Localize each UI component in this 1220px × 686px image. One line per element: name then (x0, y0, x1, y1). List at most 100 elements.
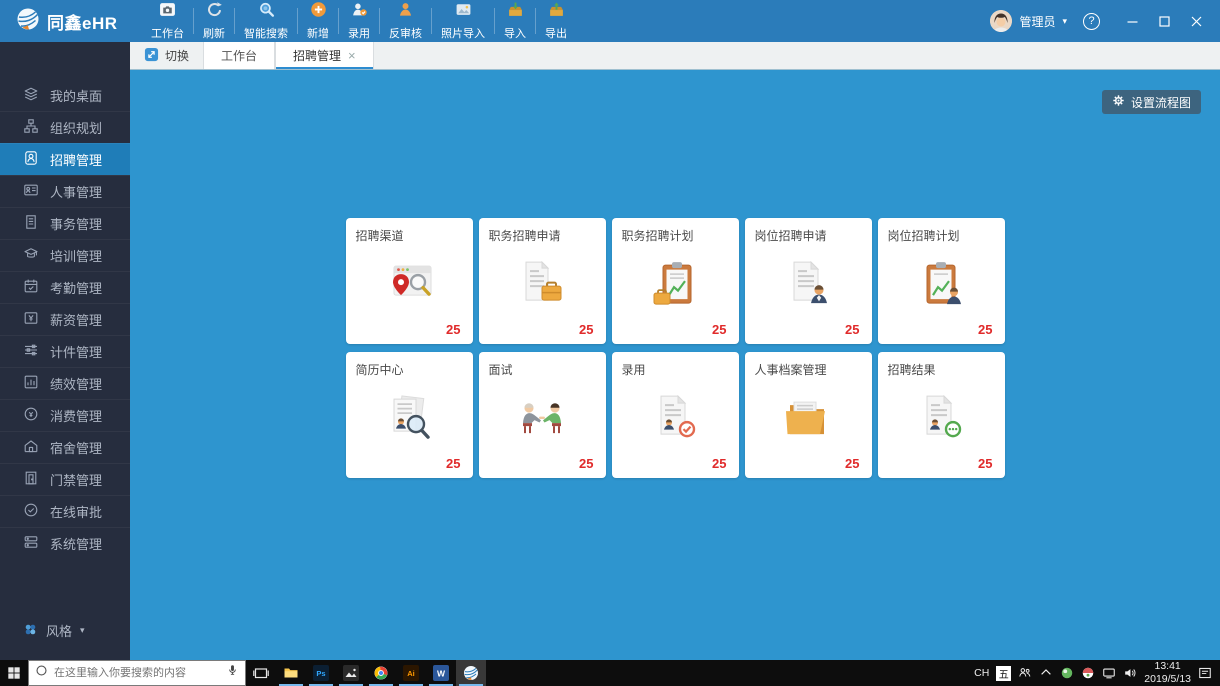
switch-icon (144, 47, 159, 65)
task-view-icon (253, 665, 269, 681)
tray-app-colored-icon[interactable] (1081, 666, 1095, 680)
toolbar-button-photo-import[interactable]: 照片导入 (432, 0, 494, 42)
start-button[interactable] (0, 660, 28, 686)
recruit-person-icon (23, 150, 39, 169)
card-post-recruit-request[interactable]: 岗位招聘申请 25 (745, 218, 872, 344)
app-header: 同鑫eHR 工作台 刷新 (0, 0, 1220, 42)
tray-app-green-icon[interactable] (1060, 666, 1074, 680)
sidebar-item-piecework[interactable]: 计件管理 (0, 335, 130, 367)
user-menu[interactable]: 管理员 ▾ (990, 10, 1067, 32)
record-count: 25 (845, 456, 859, 471)
sidebar-item-salary[interactable]: 薪资管理 (0, 303, 130, 335)
tab-recruitment[interactable]: 招聘管理 × (275, 42, 374, 69)
sidebar-item-dormitory[interactable]: 宿舍管理 (0, 431, 130, 463)
tray-date: 2019/5/13 (1144, 673, 1191, 685)
user-name: 管理员 (1019, 13, 1055, 30)
chevron-up-icon[interactable] (1039, 666, 1053, 680)
photos-icon (343, 665, 359, 681)
card-recruitment-channel[interactable]: 招聘渠道 25 (346, 218, 473, 344)
taskbar-app-ehr[interactable] (456, 660, 486, 686)
card-interview[interactable]: 面试 (479, 352, 606, 478)
action-center-icon[interactable] (1198, 666, 1212, 680)
windows-logo-icon (7, 666, 21, 680)
tray-time: 13:41 (1155, 660, 1181, 672)
training-cap-icon (23, 246, 39, 265)
card-resume-center[interactable]: 简历中心 25 (346, 352, 473, 478)
maximize-button[interactable] (1148, 0, 1180, 42)
sidebar-item-affairs[interactable]: 事务管理 (0, 207, 130, 239)
document-check-icon (645, 392, 705, 444)
record-count: 25 (579, 456, 593, 471)
document-icon (23, 214, 39, 233)
microphone-icon[interactable] (226, 664, 239, 682)
screen: 同鑫eHR 工作台 刷新 (0, 0, 1220, 686)
windows-taskbar: Ps Ai W (0, 660, 1220, 686)
bar-chart-icon (23, 374, 39, 393)
language-indicator[interactable]: CH (974, 667, 989, 679)
sidebar-item-training[interactable]: 培训管理 (0, 239, 130, 271)
header-right: 管理员 ▾ ? (990, 0, 1220, 42)
avatar (990, 10, 1012, 32)
taskbar-app-illustrator[interactable]: Ai (396, 660, 426, 686)
sidebar-item-recruitment[interactable]: 招聘管理 (0, 143, 130, 175)
taskbar-app-word[interactable]: W (426, 660, 456, 686)
card-personnel-archive[interactable]: 人事档案管理 25 (745, 352, 872, 478)
sidebar-item-performance[interactable]: 绩效管理 (0, 367, 130, 399)
toolbar-button-hire[interactable]: 录用 (339, 0, 379, 42)
help-button[interactable]: ? (1083, 13, 1100, 30)
tab-workbench[interactable]: 工作台 (203, 42, 275, 69)
card-recruitment-result[interactable]: 招聘结果 25 (878, 352, 1005, 478)
people-icon[interactable] (1018, 666, 1032, 680)
toolbar-button-add[interactable]: 新增 (298, 0, 338, 42)
taskbar-app-photoshop[interactable]: Ps (306, 660, 336, 686)
sidebar-item-access-control[interactable]: 门禁管理 (0, 463, 130, 495)
id-card-icon (23, 182, 39, 201)
smart-search-icon (258, 1, 275, 23)
svg-text:W: W (437, 669, 446, 679)
task-view-button[interactable] (246, 660, 276, 686)
taskbar-app-chrome[interactable] (366, 660, 396, 686)
switch-button[interactable]: 切换 (130, 42, 203, 69)
sidebar-item-attendance[interactable]: 考勤管理 (0, 271, 130, 303)
document-dots-icon (911, 392, 971, 444)
dormitory-icon (23, 438, 39, 457)
taskbar-app-photos[interactable] (336, 660, 366, 686)
sidebar-item-org-planning[interactable]: 组织规划 (0, 111, 130, 143)
sidebar-item-online-approval[interactable]: 在线审批 (0, 495, 130, 527)
clock[interactable]: 13:41 2019/5/13 (1144, 660, 1191, 686)
toolbar-button-smart-search[interactable]: 智能搜索 (235, 0, 297, 42)
ime-indicator[interactable]: 五 (996, 666, 1011, 681)
close-tab-icon[interactable]: × (348, 49, 356, 62)
taskbar-app-file-explorer[interactable] (276, 660, 306, 686)
style-picker[interactable]: 风格 ▾ (23, 621, 85, 640)
record-count: 25 (712, 322, 726, 337)
record-count: 25 (978, 322, 992, 337)
cortana-icon (35, 664, 48, 682)
search-input[interactable] (54, 667, 220, 679)
toolbar-button-workbench[interactable]: 工作台 (142, 0, 193, 42)
export-box-icon (548, 1, 565, 23)
taskbar-search[interactable] (28, 660, 246, 686)
map-search-icon (379, 258, 439, 310)
layers-icon (23, 86, 39, 105)
tab-bar: 切换 工作台 招聘管理 × (130, 42, 1220, 70)
set-flowchart-button[interactable]: 设置流程图 (1102, 90, 1201, 114)
network-icon[interactable] (1102, 666, 1116, 680)
toolbar-button-import[interactable]: 导入 (495, 0, 535, 42)
import-box-icon (507, 1, 524, 23)
toolbar-button-unaudit[interactable]: 反审核 (380, 0, 431, 42)
sidebar-item-my-desktop[interactable]: 我的桌面 (0, 79, 130, 111)
card-post-recruit-plan[interactable]: 岗位招聘计划 25 (878, 218, 1005, 344)
card-position-recruit-plan[interactable]: 职务招聘计划 25 (612, 218, 739, 344)
resume-search-icon (379, 392, 439, 444)
sidebar-item-consumption[interactable]: 消费管理 (0, 399, 130, 431)
toolbar-button-export[interactable]: 导出 (536, 0, 576, 42)
sidebar-item-personnel[interactable]: 人事管理 (0, 175, 130, 207)
close-button[interactable] (1180, 0, 1212, 42)
toolbar-button-refresh[interactable]: 刷新 (194, 0, 234, 42)
minimize-button[interactable] (1116, 0, 1148, 42)
sidebar-item-system[interactable]: 系统管理 (0, 527, 130, 559)
card-position-recruit-request[interactable]: 职务招聘申请 25 (479, 218, 606, 344)
speaker-icon[interactable] (1123, 666, 1137, 680)
card-hire[interactable]: 录用 25 (612, 352, 739, 478)
